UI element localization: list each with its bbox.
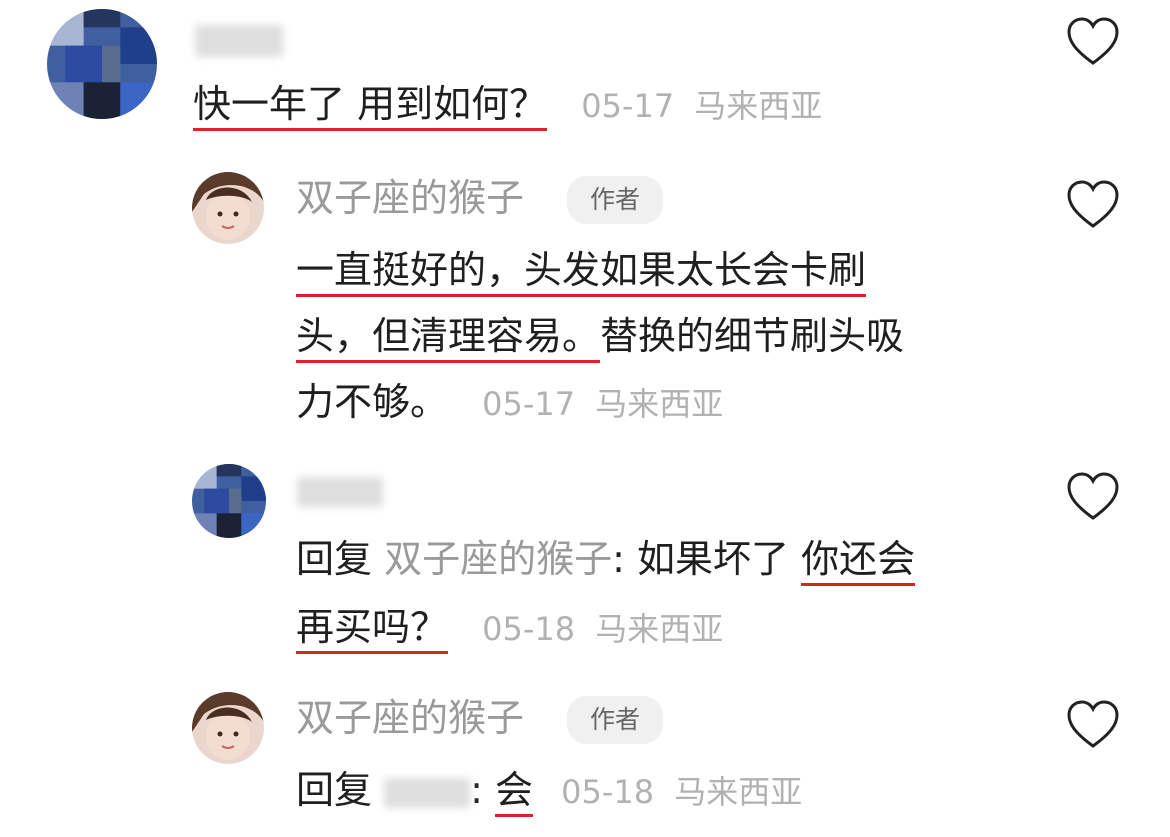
user-name-redacted[interactable] — [195, 25, 283, 57]
reply-text-underlined: 会 — [495, 768, 534, 817]
user-avatar[interactable] — [192, 464, 266, 538]
reply-text-line-1: 一直挺好的，头发如果太长会卡刷 — [296, 238, 867, 302]
author-name[interactable]: 双子座的猴子 — [296, 174, 524, 222]
user-name-redacted[interactable] — [297, 477, 383, 507]
reply-text-underlined-2: 头，但清理容易。 — [296, 314, 601, 363]
heart-outline-icon — [1067, 472, 1119, 520]
comment-location: 马来西亚 — [674, 773, 803, 811]
author-badge: 作者 — [567, 176, 663, 224]
like-button[interactable] — [1065, 15, 1121, 67]
like-button[interactable] — [1065, 470, 1121, 522]
reply-target-redacted[interactable] — [384, 777, 471, 808]
reply-text-plain: 如果坏了 — [637, 537, 802, 581]
author-badge: 作者 — [567, 696, 663, 744]
reply-text-underlined-2: 再买吗？ — [296, 605, 449, 654]
reply-text-line-3: 力不够。 05-17 马来西亚 — [296, 370, 723, 436]
comment-date: 05-18 — [561, 773, 655, 811]
comment-text-underlined: 快一年了 用到如何？ — [193, 82, 548, 131]
comment-4: 双子座的猴子 作者 回复 : 会 05-18 马来西亚 — [0, 680, 1170, 837]
like-button[interactable] — [1065, 698, 1121, 750]
reply-text-line-1: 回复 : 会 05-18 马来西亚 — [296, 758, 802, 824]
comment-text-line: 快一年了 用到如何？ 05-17 马来西亚 — [193, 72, 822, 138]
comment-location: 马来西亚 — [595, 385, 724, 423]
reply-prefix: 回复 — [296, 768, 373, 812]
author-avatar[interactable] — [192, 172, 264, 244]
reply-colon: : — [612, 537, 625, 581]
reply-text-line-2: 再买吗？ 05-18 马来西亚 — [296, 595, 723, 661]
comment-3: 回复 双子座的猴子: 如果坏了 你还会 再买吗？ 05-18 马来西亚 — [0, 455, 1170, 665]
comment-location: 马来西亚 — [694, 87, 823, 125]
comment-location: 马来西亚 — [595, 610, 724, 648]
reply-text-end: 力不够。 — [296, 380, 449, 424]
reply-target-name[interactable]: 双子座的猴子 — [384, 537, 612, 581]
author-name[interactable]: 双子座的猴子 — [296, 694, 524, 742]
heart-outline-icon — [1067, 17, 1119, 65]
reply-text-underlined-1: 你还会 — [801, 537, 916, 586]
comment-2: 双子座的猴子 作者 一直挺好的，头发如果太长会卡刷 头，但清理容易。替换的细节刷… — [0, 160, 1170, 430]
reply-prefix: 回复 — [296, 537, 373, 581]
heart-outline-icon — [1067, 700, 1119, 748]
heart-outline-icon — [1067, 180, 1119, 228]
user-avatar[interactable] — [47, 9, 157, 119]
comment-1: 快一年了 用到如何？ 05-17 马来西亚 — [0, 0, 1170, 140]
like-button[interactable] — [1065, 178, 1121, 230]
reply-text-line-2: 头，但清理容易。替换的细节刷头吸 — [296, 304, 904, 368]
comment-date: 05-18 — [482, 610, 576, 648]
author-avatar[interactable] — [192, 692, 264, 764]
reply-text-line-1: 回复 双子座的猴子: 如果坏了 你还会 — [296, 527, 916, 591]
reply-colon: : — [470, 768, 483, 812]
comment-date: 05-17 — [482, 385, 576, 423]
comment-date: 05-17 — [581, 87, 675, 125]
reply-text-underlined-1: 一直挺好的，头发如果太长会卡刷 — [296, 248, 867, 297]
reply-text-rest: 替换的细节刷头吸 — [600, 314, 905, 358]
